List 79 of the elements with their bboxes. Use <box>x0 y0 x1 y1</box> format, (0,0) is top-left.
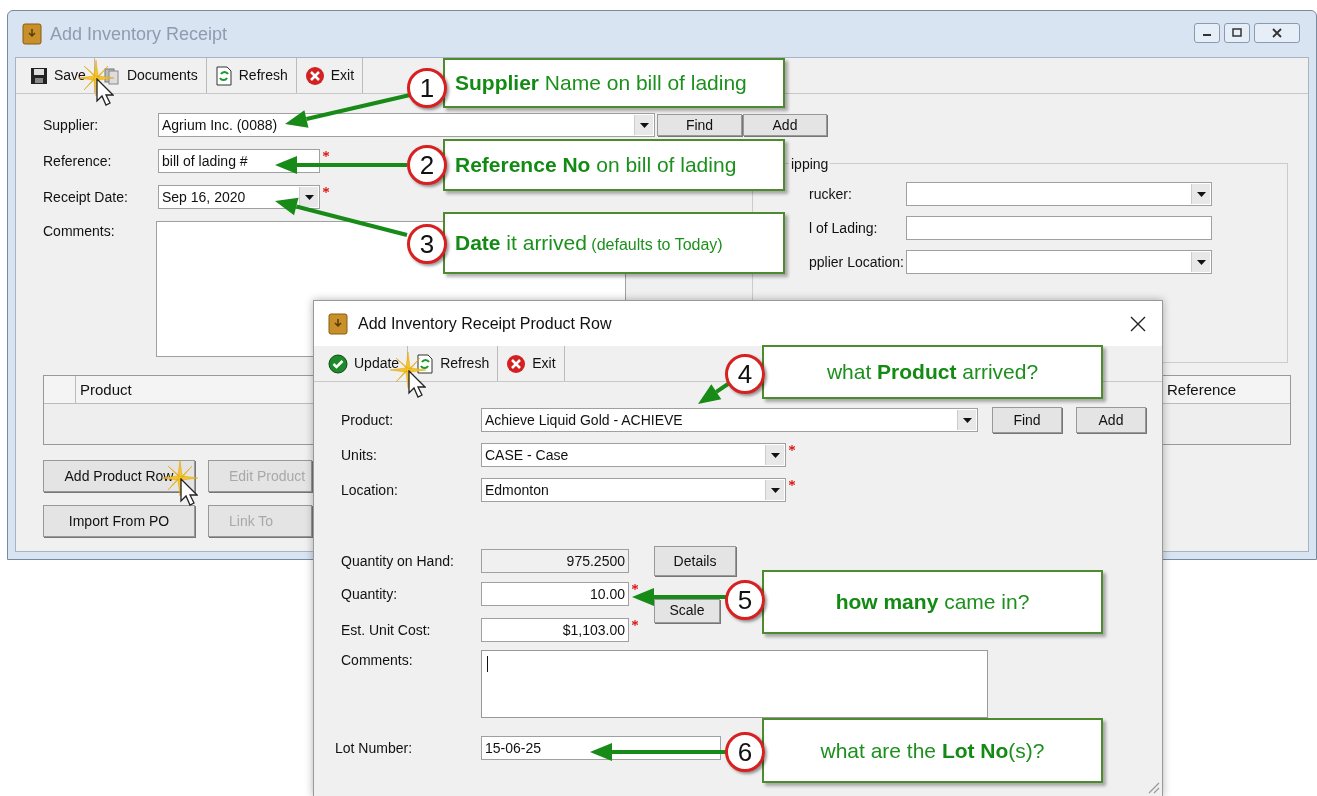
text-field[interactable] <box>906 216 1212 240</box>
units-field[interactable]: CASE - Case <box>481 443 786 467</box>
command-button[interactable]: Import From PO <box>43 505 195 537</box>
field-label: Reference: <box>43 151 113 171</box>
dropdown-button[interactable] <box>1191 252 1210 272</box>
callout-text: Supplier Name on bill of lading <box>455 70 747 97</box>
field-label: Comments: <box>341 651 414 670</box>
dropdown-button[interactable] <box>1191 184 1210 204</box>
command-button[interactable]: Find <box>992 407 1062 433</box>
dropdown-field[interactable] <box>906 182 1212 206</box>
caret-icon <box>1196 191 1206 197</box>
field-label: Lot Number: <box>335 738 414 758</box>
command-button[interactable]: Details <box>654 546 736 576</box>
cursor-icon <box>180 478 198 506</box>
field-label: Supplier: <box>43 115 100 135</box>
command-button[interactable]: Add Product Row <box>43 460 195 492</box>
callout-text: what are the Lot No(s)? <box>820 737 1045 764</box>
reference-field[interactable]: bill of lading # <box>158 149 320 173</box>
caret-icon <box>639 122 649 128</box>
pointer-arrow <box>698 382 730 404</box>
field-label: Product: <box>341 410 395 430</box>
caret-icon <box>962 417 972 423</box>
cursor-icon <box>408 370 426 398</box>
field-label: pplier Location: <box>809 254 904 270</box>
field-label: Quantity on Hand: <box>341 551 455 571</box>
toolbar-button[interactable]: Refresh <box>206 58 297 93</box>
close-icon <box>1271 28 1283 38</box>
field-label: Location: <box>341 480 399 500</box>
minimize-button[interactable] <box>1194 23 1220 43</box>
dialog-title: Add Inventory Receipt Product Row <box>358 313 612 334</box>
field-label: l of Lading: <box>809 220 878 236</box>
caret-icon <box>770 487 780 493</box>
date-field[interactable]: Sep 16, 2020 <box>158 185 320 209</box>
refresh-icon <box>416 353 435 374</box>
caret-icon <box>770 452 780 458</box>
command-button[interactable]: Add <box>743 114 827 136</box>
dropdown-field[interactable] <box>906 250 1212 274</box>
toolbar-button[interactable]: Exit <box>498 346 565 381</box>
column-header[interactable]: Product <box>76 376 136 403</box>
box-icon <box>328 312 348 335</box>
cursor-icon <box>96 78 114 106</box>
dropdown-button[interactable] <box>765 480 784 500</box>
location-field[interactable]: Edmonton <box>481 478 786 502</box>
field-label: Comments: <box>43 222 116 241</box>
dropdown-button[interactable] <box>299 187 318 207</box>
quantity-on-hand-field[interactable]: 975.2500 <box>481 549 629 573</box>
callout-text: what Product arrived? <box>826 359 1039 386</box>
unit-cost-field[interactable]: $1,103.00 <box>481 618 629 642</box>
check-icon <box>328 353 348 374</box>
close-icon <box>304 65 325 86</box>
command-button[interactable]: Add <box>1076 407 1146 433</box>
close-icon <box>1130 315 1146 332</box>
callout-text: Reference No on bill of lading <box>455 152 737 179</box>
dropdown-button[interactable] <box>634 115 653 135</box>
field-label: rucker: <box>809 186 852 202</box>
field-label: Units: <box>341 445 378 465</box>
close-button[interactable] <box>1254 23 1300 43</box>
callout-text: how many came in? <box>835 589 1030 616</box>
maximize-icon <box>1231 28 1243 38</box>
caret-icon <box>1196 259 1206 265</box>
quantity-field[interactable]: 10.00 <box>481 582 629 606</box>
dropdown-button[interactable] <box>957 410 976 430</box>
command-button[interactable]: Find <box>657 114 742 136</box>
field-label: Quantity: <box>341 584 399 604</box>
dropdown-button[interactable] <box>765 445 784 465</box>
caret-icon <box>304 194 314 200</box>
window-title: Add Inventory Receipt <box>50 22 228 46</box>
refresh-icon <box>214 65 233 86</box>
box-icon <box>22 23 42 45</box>
comments-field[interactable] <box>481 650 988 718</box>
supplier-field[interactable]: Agrium Inc. (0088) <box>158 113 655 137</box>
field-label: Receipt Date: <box>43 187 129 207</box>
product-field[interactable]: Achieve Liquid Gold - ACHIEVE <box>481 408 978 432</box>
field-label: Est. Unit Cost: <box>341 620 432 640</box>
command-button[interactable]: Scale <box>654 598 720 623</box>
close-icon <box>506 353 527 374</box>
toolbar-button[interactable]: Exit <box>296 58 364 93</box>
maximize-button[interactable] <box>1224 23 1250 43</box>
callout-text: Date it arrived (defaults to Today) <box>455 230 723 257</box>
